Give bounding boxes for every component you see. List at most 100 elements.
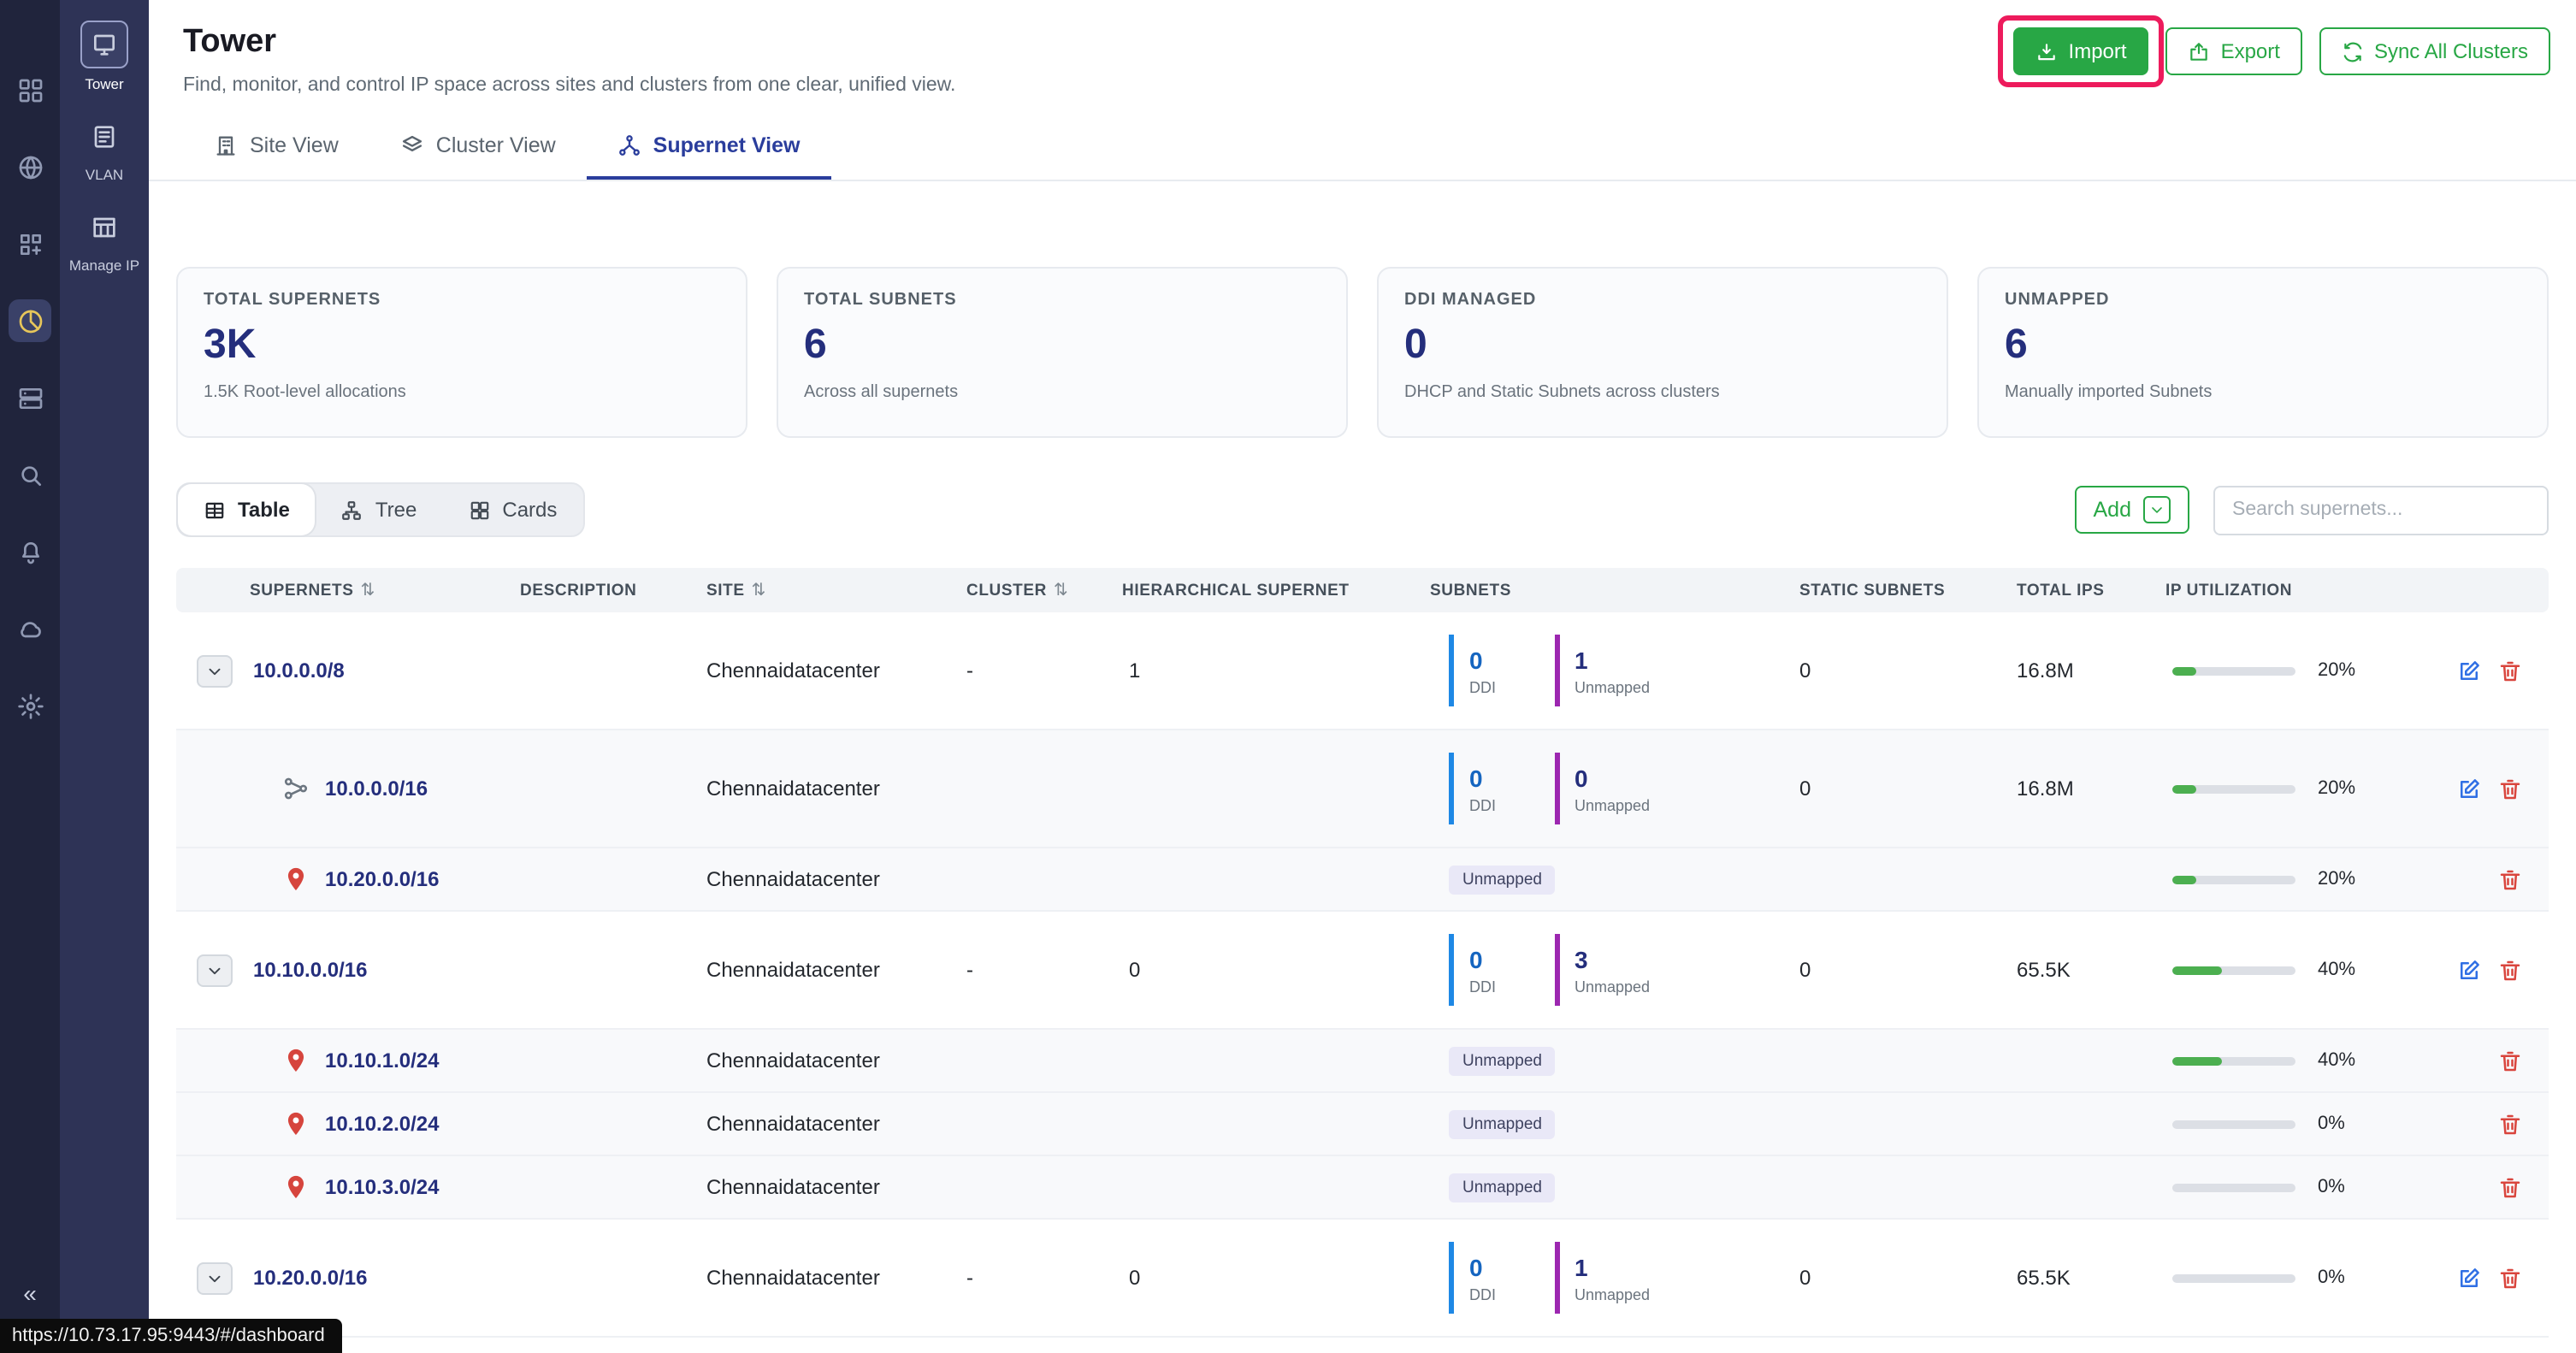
search-input[interactable] [2213, 485, 2549, 535]
rail-item-globe[interactable] [9, 145, 51, 188]
add-button-label: Add [2094, 498, 2132, 522]
row-expander-button[interactable] [197, 954, 233, 986]
edit-row-button[interactable] [2456, 1265, 2482, 1291]
column-header-site[interactable]: SITE⇅ [700, 570, 960, 610]
rail-item-dashboard[interactable] [9, 68, 51, 111]
export-button[interactable]: Export [2166, 27, 2302, 75]
rail-item-cloud[interactable] [9, 607, 51, 650]
sort-icon[interactable]: ⇅ [1054, 581, 1068, 600]
delete-row-button[interactable] [2497, 1048, 2523, 1073]
column-header-label: CLUSTER [966, 581, 1047, 600]
view-tabs: Site ViewCluster ViewSupernet View [149, 118, 2576, 181]
supernet-link[interactable]: 10.10.3.0/24 [325, 1175, 439, 1199]
sort-icon[interactable]: ⇅ [752, 581, 766, 600]
sync-all-clusters-button[interactable]: Sync All Clusters [2319, 27, 2550, 75]
column-header-supernets[interactable]: SUPERNETS⇅ [176, 570, 513, 610]
rail-item-servers[interactable] [9, 376, 51, 419]
add-dropdown-caret-icon [2143, 496, 2171, 523]
delete-row-button[interactable] [2497, 957, 2523, 983]
vlan-app-frame [82, 115, 127, 159]
tab-cluster-view[interactable]: Cluster View [369, 118, 587, 180]
view-switcher: TableTreeCards [176, 482, 584, 537]
utilization-cell: 20% [2159, 653, 2429, 688]
utilization-label: 0% [2318, 1267, 2345, 1288]
delete-row-button[interactable] [2497, 658, 2523, 683]
rail-item-bell[interactable] [9, 530, 51, 573]
subnets-cell: Unmapped [1423, 1102, 1793, 1145]
table-row: 10.0.0.0/8Chennaidatacenter-10DDI1Unmapp… [176, 612, 2549, 730]
static-subnets-cell: 0 [1793, 1259, 2010, 1297]
column-header-static-subnets: STATIC SUBNETS [1793, 570, 2010, 610]
unmapped-count: 1 [1575, 1253, 1650, 1280]
rail-item-gear[interactable] [9, 684, 51, 727]
supernet-link[interactable]: 10.20.0.0/16 [325, 867, 439, 891]
stat-card-caption: 1.5K Root-level allocations [204, 383, 720, 402]
delete-row-button[interactable] [2497, 1174, 2523, 1200]
description-cell [513, 1180, 700, 1194]
column-header-label: TOTAL IPS [2017, 581, 2105, 600]
site-cell: Chennaidatacenter [700, 770, 960, 807]
delete-row-button[interactable] [2497, 1111, 2523, 1137]
import-button[interactable]: Import [2014, 27, 2149, 75]
hierarchical-cell [1115, 872, 1423, 886]
row-actions [2429, 950, 2549, 990]
rail-item-search[interactable] [9, 453, 51, 496]
sidebar-item-tower[interactable]: Tower [60, 21, 149, 92]
hierarchical-cell [1115, 1180, 1423, 1194]
subnets-cell: 0DDI0Unmapped [1423, 746, 1793, 831]
sort-icon[interactable]: ⇅ [361, 581, 375, 600]
column-header-cluster[interactable]: CLUSTER ⇅ [960, 570, 1115, 610]
delete-row-button[interactable] [2497, 776, 2523, 801]
icon-rail: « [0, 0, 60, 1353]
supernet-cell: 10.10.2.0/24 [176, 1103, 513, 1144]
utilization-bar [2172, 666, 2295, 675]
pin-icon [282, 1173, 310, 1201]
delete-row-button[interactable] [2497, 866, 2523, 892]
supernet-link[interactable]: 10.10.0.0/16 [253, 958, 367, 982]
row-expander-button[interactable] [197, 1261, 233, 1294]
supernet-link[interactable]: 10.0.0.0/16 [325, 777, 428, 801]
sidebar-collapse-button[interactable]: « [0, 1278, 60, 1309]
supernet-link[interactable]: 10.10.2.0/24 [325, 1112, 439, 1136]
column-header-hierarchical-supernet: HIERARCHICAL SUPERNET [1115, 570, 1423, 610]
table-row: 10.20.0.0/16Chennaidatacenter-00DDI1Unma… [176, 1220, 2549, 1338]
utilization-cell: 0% [2159, 1170, 2429, 1204]
column-header-label: HIERARCHICAL SUPERNET [1122, 581, 1350, 600]
utilization-label: 40% [2318, 1050, 2355, 1071]
stat-card-value: 6 [804, 322, 1320, 369]
supernet-link[interactable]: 10.10.1.0/24 [325, 1049, 439, 1072]
supernet-link[interactable]: 10.0.0.0/8 [253, 659, 345, 682]
sidebar-item-vlan[interactable]: VLAN [60, 115, 149, 183]
sync-icon [2342, 40, 2364, 62]
add-button[interactable]: Add [2075, 486, 2190, 534]
utilization-cell: 40% [2159, 953, 2429, 987]
supernet-cell: 10.20.0.0/16 [176, 859, 513, 900]
edit-row-button[interactable] [2456, 658, 2482, 683]
delete-row-button[interactable] [2497, 1265, 2523, 1291]
view-toggle-cards[interactable]: Cards [442, 484, 582, 535]
view-toggle-tree[interactable]: Tree [316, 484, 442, 535]
row-expander-button[interactable] [197, 654, 233, 687]
utilization-cell: 0% [2159, 1107, 2429, 1141]
rail-item-ipam[interactable] [9, 299, 51, 342]
supernet-link[interactable]: 10.20.0.0/16 [253, 1266, 367, 1290]
unmapped-badge: Unmapped [1449, 1046, 1556, 1075]
utilization-fill [2172, 875, 2197, 883]
static-subnets-cell [1793, 1180, 2010, 1194]
tab-site-view[interactable]: Site View [183, 118, 369, 180]
utilization-bar [2172, 1273, 2295, 1282]
unmapped-badge: Unmapped [1449, 1173, 1556, 1202]
rail-item-apps[interactable] [9, 222, 51, 265]
sidebar-item-manage-ip[interactable]: Manage IP [60, 205, 149, 274]
stat-card-caption: Manually imported Subnets [2005, 383, 2521, 402]
tab-supernet-view[interactable]: Supernet View [587, 118, 831, 180]
column-header-actions [2429, 580, 2549, 600]
row-actions [2429, 651, 2549, 690]
edit-row-button[interactable] [2456, 776, 2482, 801]
edit-row-button[interactable] [2456, 957, 2482, 983]
view-toggle-table[interactable]: Table [178, 484, 316, 535]
column-header-label: SUBNETS [1430, 581, 1511, 600]
cluster-cell [960, 872, 1115, 886]
subnet-node-icon [282, 775, 310, 802]
stat-card-value: 3K [204, 322, 720, 369]
